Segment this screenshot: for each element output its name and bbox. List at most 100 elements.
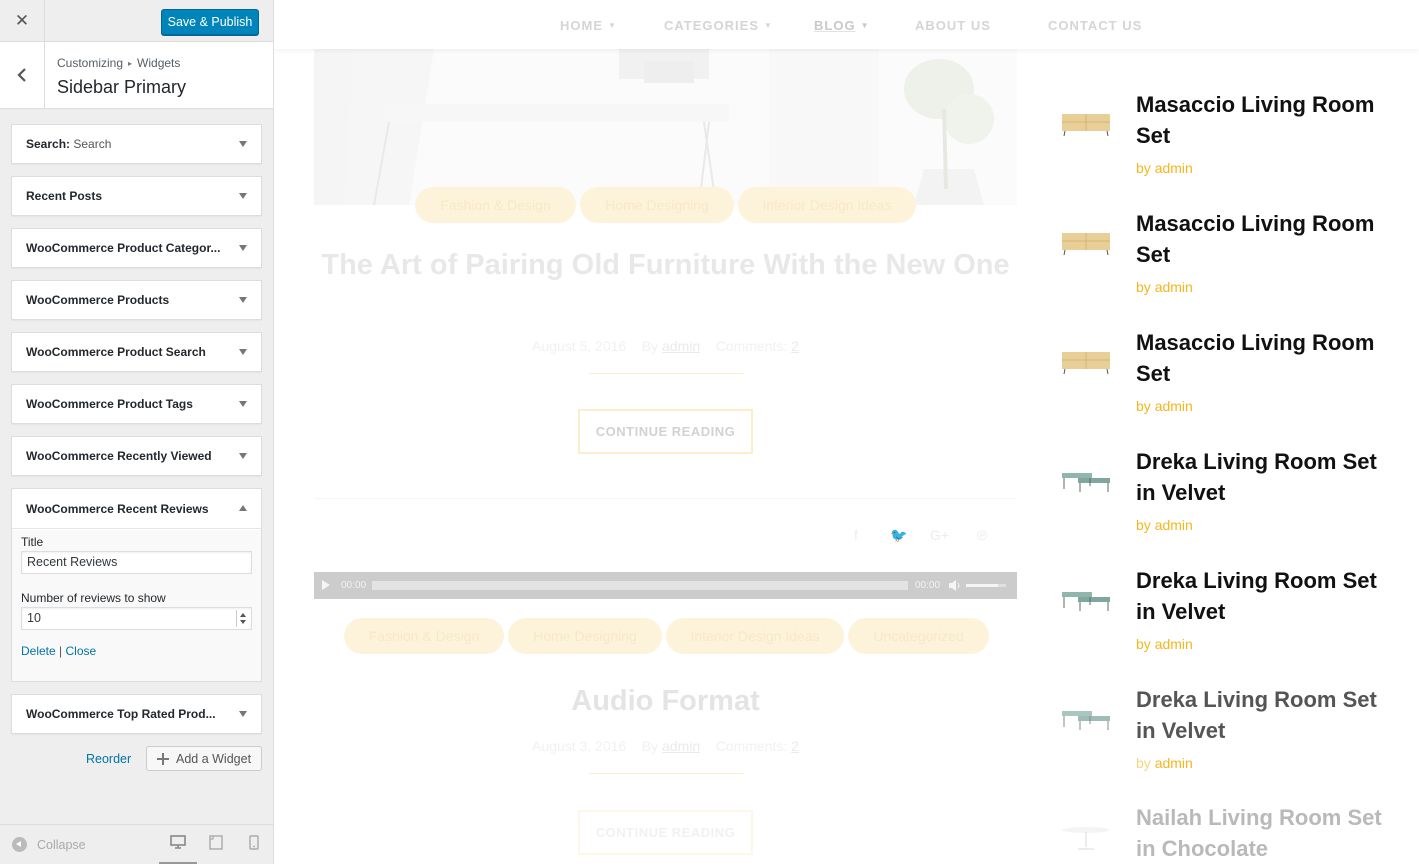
breadcrumb-customizing: Customizing	[57, 56, 124, 70]
nav-about[interactable]: ABOUT US	[915, 18, 991, 33]
review-item: Nailah Living Room Set in Chocolate	[1060, 802, 1390, 864]
review-author: by admin	[1136, 160, 1193, 176]
post2-tag-uncategorized[interactable]: Uncategorized	[848, 618, 989, 654]
expand-arrow-icon	[239, 453, 247, 459]
duration-time: 00:00	[915, 580, 941, 591]
customizer-header: ✕ Save & Publish	[0, 0, 273, 42]
review-product-link[interactable]: Masaccio Living Room Set	[1136, 327, 1386, 389]
widget-recent-posts[interactable]: Recent Posts	[11, 176, 262, 216]
bench-thumbnail[interactable]	[1060, 456, 1112, 496]
facebook-icon[interactable]: f	[854, 527, 858, 543]
widget-label: WooCommerce Recent Reviews	[26, 502, 209, 516]
google-plus-icon[interactable]: G+	[930, 527, 949, 543]
nav-categories[interactable]: CATEGORIES ▼	[664, 18, 773, 33]
close-link[interactable]: Close	[66, 644, 97, 658]
stepper-icon[interactable]	[236, 610, 249, 627]
nav-home[interactable]: HOME ▼	[560, 18, 617, 33]
post2-tag-fashion[interactable]: Fashion & Design	[344, 618, 504, 654]
sideboard-thumbnail[interactable]	[1060, 337, 1112, 377]
chevron-left-icon	[17, 68, 26, 82]
bench-thumbnail[interactable]	[1060, 694, 1112, 734]
widget-top-rated[interactable]: WooCommerce Top Rated Prod...	[11, 694, 262, 734]
widget-label: WooCommerce Product Categor...	[26, 241, 221, 255]
expand-arrow-icon	[239, 193, 247, 199]
close-customizer-button[interactable]: ✕	[0, 0, 45, 42]
review-item: Masaccio Living Room Set by admin	[1060, 208, 1390, 308]
review-product-link[interactable]: Dreka Living Room Set in Velvet	[1136, 446, 1386, 508]
chevron-down-icon: ▼	[608, 21, 617, 30]
nav-contact[interactable]: CONTACT US	[1048, 18, 1142, 33]
reorder-link[interactable]: Reorder	[86, 752, 131, 766]
collapse-button[interactable]: Collapse	[12, 837, 86, 852]
post1-author-link[interactable]: admin	[662, 338, 700, 354]
nav-blog[interactable]: BLOG ▼	[814, 18, 869, 33]
post1-tag-interior[interactable]: Interior Design Ideas	[738, 187, 916, 223]
widget-product-search[interactable]: WooCommerce Product Search	[11, 332, 262, 372]
mobile-icon	[249, 835, 259, 850]
post2-divider	[589, 773, 744, 774]
table-thumbnail[interactable]	[1060, 812, 1112, 852]
review-product-link[interactable]: Masaccio Living Room Set	[1136, 89, 1386, 151]
post1-comments-link[interactable]: 2	[791, 338, 799, 354]
actions-separator: |	[59, 644, 63, 658]
post1-by-label: By	[641, 338, 659, 354]
count-input[interactable]: 10	[21, 607, 252, 630]
review-product-link[interactable]: Nailah Living Room Set in Chocolate	[1136, 802, 1386, 864]
review-author: by admin	[1136, 636, 1193, 652]
breadcrumb-separator-icon: ▸	[128, 58, 133, 68]
post2-date: August 3, 2016	[532, 738, 627, 754]
site-preview: HOME ▼ CATEGORIES ▼ BLOG ▼ ABOUT US CONTACT…	[274, 0, 1419, 864]
widget-products[interactable]: WooCommerce Products	[11, 280, 262, 320]
plus-icon	[157, 752, 169, 765]
post2-continue-button[interactable]: CONTINUE READING	[578, 810, 753, 855]
widget-recent-reviews: WooCommerce Recent Reviews Title Recent …	[11, 488, 262, 682]
mobile-preview-button[interactable]	[235, 835, 273, 864]
sideboard-thumbnail[interactable]	[1060, 99, 1112, 139]
office-photo-image	[314, 49, 1017, 205]
audio-progress-track[interactable]	[372, 581, 908, 590]
count-label: Number of reviews to show	[21, 591, 166, 605]
title-input[interactable]: Recent Reviews	[21, 551, 252, 574]
widget-search[interactable]: Search: Search	[11, 124, 262, 164]
bench-thumbnail[interactable]	[1060, 575, 1112, 615]
post1-continue-button[interactable]: CONTINUE READING	[578, 409, 753, 454]
review-product-link[interactable]: Masaccio Living Room Set	[1136, 208, 1386, 270]
review-item: Dreka Living Room Set in Velvet by admin	[1060, 684, 1390, 784]
add-widget-button[interactable]: Add a Widget	[146, 746, 262, 771]
post1-tag-home-designing[interactable]: Home Designing	[580, 187, 734, 223]
post2-tag-interior[interactable]: Interior Design Ideas	[666, 618, 844, 654]
widget-label: WooCommerce Products	[26, 293, 170, 307]
collapse-icon	[12, 837, 27, 852]
tablet-preview-button[interactable]	[197, 835, 235, 864]
review-author: by admin	[1136, 398, 1193, 414]
back-button[interactable]	[0, 42, 45, 108]
sideboard-thumbnail[interactable]	[1060, 218, 1112, 258]
post1-title[interactable]: The Art of Pairing Old Furniture With th…	[314, 246, 1017, 284]
volume-slider[interactable]	[966, 581, 1006, 589]
desktop-preview-button[interactable]	[159, 835, 197, 864]
post2-title[interactable]: Audio Format	[314, 685, 1017, 718]
post1-tag-fashion[interactable]: Fashion & Design	[415, 187, 576, 223]
post2-comments-link[interactable]: 2	[791, 738, 799, 754]
review-product-link[interactable]: Dreka Living Room Set in Velvet	[1136, 684, 1386, 746]
desktop-icon	[170, 835, 186, 849]
collapse-arrow-icon	[239, 505, 247, 511]
review-item: Dreka Living Room Set in Velvet by admin	[1060, 446, 1390, 546]
breadcrumb-widgets: Widgets	[137, 56, 181, 70]
widget-label: WooCommerce Top Rated Prod...	[26, 707, 216, 721]
widget-recently-viewed[interactable]: WooCommerce Recently Viewed	[11, 436, 262, 476]
volume-icon[interactable]	[948, 579, 961, 592]
post-featured-image[interactable]	[314, 49, 1017, 205]
review-author: by admin	[1136, 517, 1193, 533]
delete-link[interactable]: Delete	[21, 644, 56, 658]
pinterest-icon[interactable]: ℗	[977, 527, 987, 543]
widget-product-categories[interactable]: WooCommerce Product Categor...	[11, 228, 262, 268]
post2-tag-home-designing[interactable]: Home Designing	[508, 618, 662, 654]
save-publish-button[interactable]: Save & Publish	[161, 9, 259, 35]
post2-author-link[interactable]: admin	[662, 738, 700, 754]
widget-recent-reviews-header[interactable]: WooCommerce Recent Reviews	[12, 489, 261, 529]
twitter-icon[interactable]: 🐦	[890, 527, 907, 544]
widget-product-tags[interactable]: WooCommerce Product Tags	[11, 384, 262, 424]
review-product-link[interactable]: Dreka Living Room Set in Velvet	[1136, 565, 1386, 627]
play-icon[interactable]	[322, 580, 330, 590]
